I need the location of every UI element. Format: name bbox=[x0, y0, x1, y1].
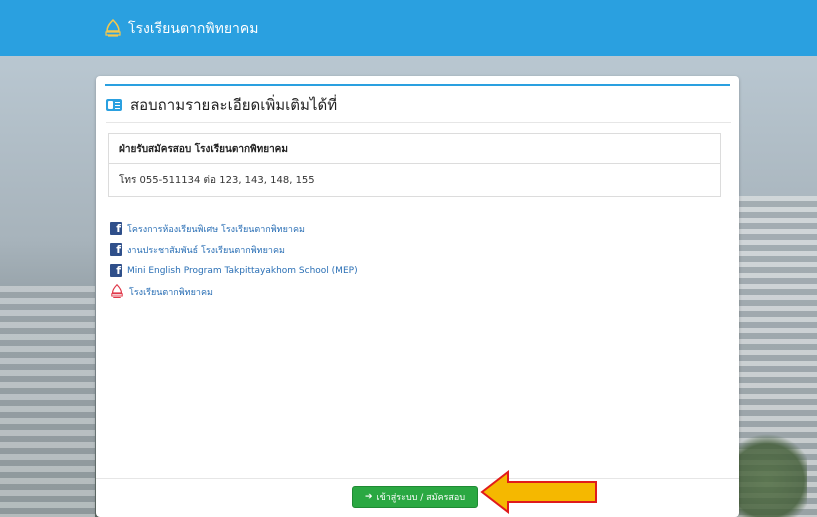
annotation-arrow-icon bbox=[480, 470, 597, 514]
contact-info-box: ฝ่ายรับสมัครสอบ โรงเรียนตากพิทยาคม โทร 0… bbox=[108, 133, 721, 197]
link-special-class[interactable]: f โครงการห้องเรียนพิเศษ โรงเรียนตากพิทยา… bbox=[110, 221, 358, 236]
login-register-button[interactable]: ➔ เข้าสู่ระบบ / สมัครสอบ bbox=[352, 486, 478, 508]
login-icon: ➔ bbox=[364, 492, 373, 502]
login-register-label: เข้าสู่ระบบ / สมัครสอบ bbox=[376, 493, 466, 503]
link-label: โรงเรียนตากพิทยาคม bbox=[129, 287, 213, 298]
facebook-icon: f bbox=[110, 243, 122, 256]
card-title: สอบถามรายละเอียดเพิ่มเติมได้ที่ bbox=[130, 96, 338, 114]
link-mep[interactable]: f Mini English Program Takpittayakhom Sc… bbox=[110, 263, 358, 278]
background-building-left bbox=[0, 286, 95, 517]
card-footer-divider bbox=[96, 478, 739, 479]
link-school[interactable]: โรงเรียนตากพิทยาคม bbox=[110, 283, 358, 299]
link-label: งานประชาสัมพันธ์ โรงเรียนตากพิทยาคม bbox=[127, 245, 285, 256]
card-divider bbox=[106, 122, 731, 123]
school-logo-icon bbox=[110, 283, 124, 299]
contact-card: สอบถามรายละเอียดเพิ่มเติมได้ที่ ฝ่ายรับส… bbox=[96, 76, 739, 517]
link-label: Mini English Program Takpittayakhom Scho… bbox=[127, 265, 358, 276]
link-public-relations[interactable]: f งานประชาสัมพันธ์ โรงเรียนตากพิทยาคม bbox=[110, 242, 358, 257]
facebook-icon: f bbox=[110, 264, 122, 277]
contact-phone: โทร 055-511134 ต่อ 123, 143, 148, 155 bbox=[119, 175, 315, 186]
contact-card-icon bbox=[106, 99, 122, 111]
background-tree bbox=[727, 427, 807, 517]
facebook-icon: f bbox=[110, 222, 122, 235]
link-label: โครงการห้องเรียนพิเศษ โรงเรียนตากพิทยาคม bbox=[127, 224, 305, 235]
top-navbar: โรงเรียนตากพิทยาคม bbox=[0, 0, 817, 56]
school-logo-icon bbox=[104, 18, 122, 39]
link-list: f โครงการห้องเรียนพิเศษ โรงเรียนตากพิทยา… bbox=[110, 221, 358, 299]
card-accent-line bbox=[105, 84, 730, 86]
brand-text: โรงเรียนตากพิทยาคม bbox=[128, 21, 259, 37]
contact-info-heading: ฝ่ายรับสมัครสอบ โรงเรียนตากพิทยาคม bbox=[109, 134, 720, 164]
card-header: สอบถามรายละเอียดเพิ่มเติมได้ที่ bbox=[106, 90, 337, 120]
brand-link[interactable]: โรงเรียนตากพิทยาคม bbox=[104, 18, 259, 40]
